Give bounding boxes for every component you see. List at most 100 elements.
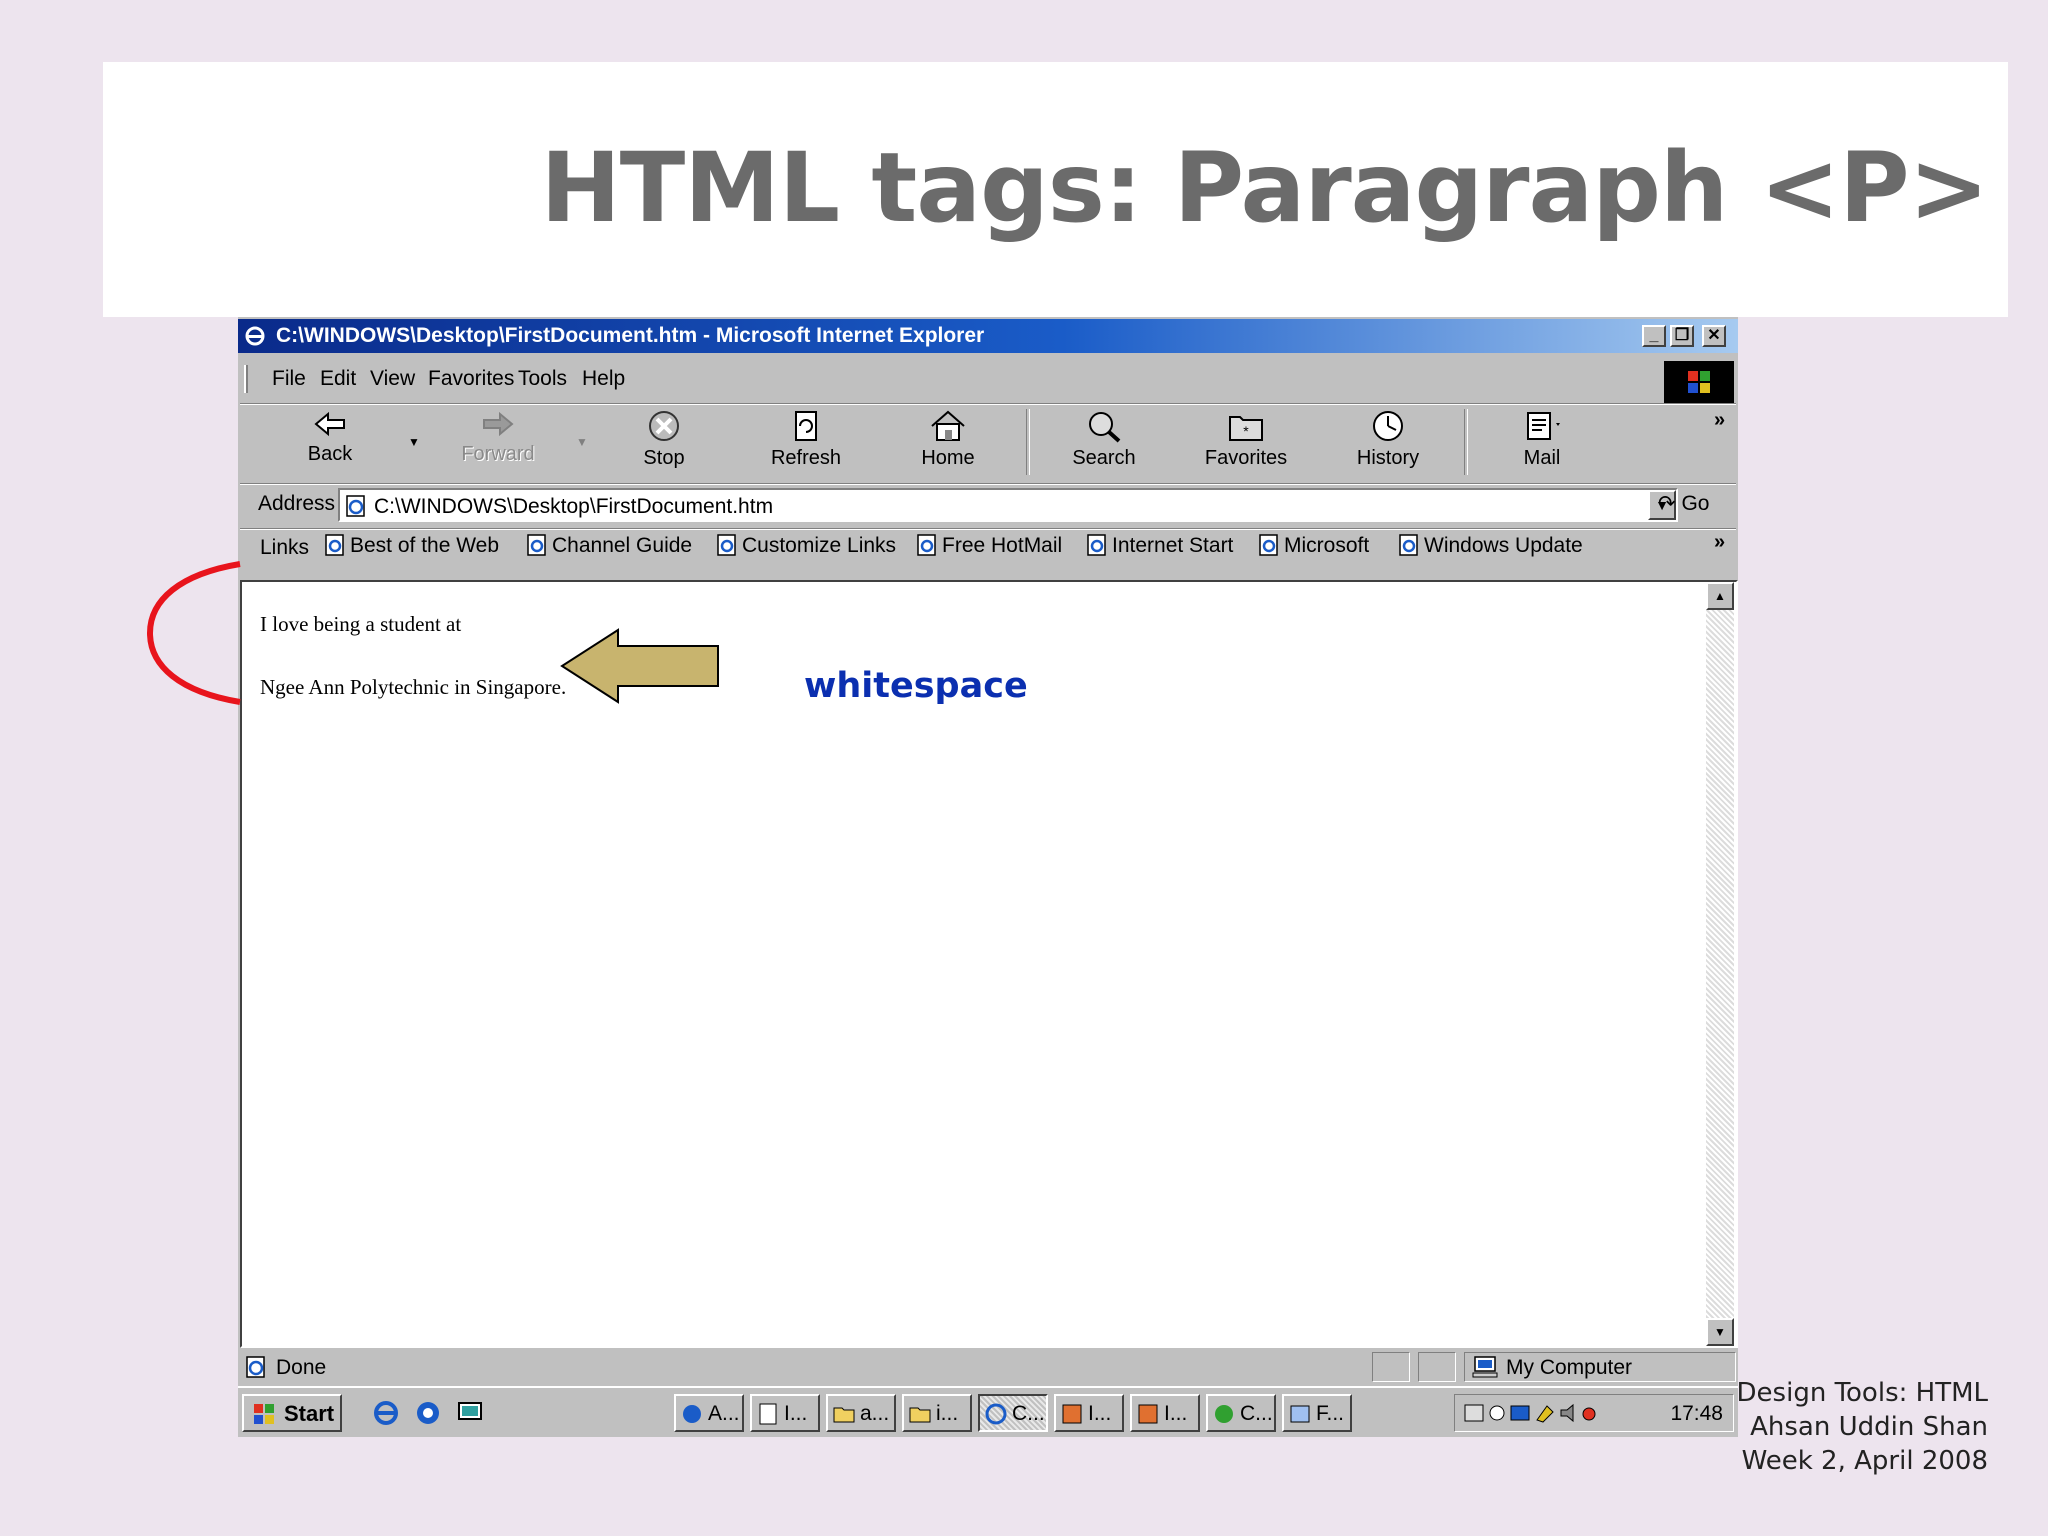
start-button[interactable]: Start [242,1394,342,1432]
link-windows-update[interactable]: Windows Update [1398,534,1583,558]
address-input[interactable]: C:\WINDOWS\Desktop\FirstDocument.htm ▼ [338,488,1678,522]
menu-favorites[interactable]: Favorites [428,367,514,391]
history-icon [1373,411,1403,441]
task-presentation-icon [1138,1404,1158,1424]
my-computer-icon [1472,1356,1498,1378]
ie-window: C:\WINDOWS\Desktop\FirstDocument.htm - M… [238,317,1738,1437]
menubar-grip[interactable] [244,365,248,393]
link-channel-guide[interactable]: Channel Guide [526,534,692,558]
link-page-icon [1259,534,1278,556]
stop-button[interactable]: Stop [604,409,724,479]
mail-icon [1527,412,1560,440]
menu-help[interactable]: Help [582,367,625,391]
red-bracket-annotation [146,561,241,705]
go-button[interactable]: ↷ Go [1658,491,1709,516]
slide-title: HTML tags: Paragraph <P> [540,132,1989,244]
task-button-9[interactable]: F... [1282,1394,1352,1432]
quicklaunch-outlook-icon[interactable] [414,1400,442,1426]
paragraph-2: Ngee Ann Polytechnic in Singapore. [260,675,567,699]
task-document-icon [759,1403,777,1425]
scroll-up-button[interactable]: ▲ [1706,582,1734,610]
window-titlebar[interactable]: C:\WINDOWS\Desktop\FirstDocument.htm - M… [238,319,1738,353]
toolbar-divider [1464,409,1468,475]
task-button-2[interactable]: I... [750,1394,820,1432]
links-label: Links [260,536,310,559]
menu-bar: File Edit View Favorites Tools Help [242,361,1662,395]
status-page-icon [246,1356,265,1378]
link-microsoft[interactable]: Microsoft [1258,534,1369,558]
link-free-hotmail[interactable]: Free HotMail [916,534,1062,558]
favorites-button[interactable]: * Favorites [1186,409,1306,479]
rebar-separator [240,528,1736,530]
home-icon [931,410,965,441]
menu-file[interactable]: File [272,367,306,391]
forward-arrow-icon [483,411,514,437]
stop-icon [649,411,679,441]
links-more-chevron[interactable]: » [1714,531,1725,554]
system-tray: 17:48 [1454,1394,1734,1432]
status-pane [1418,1352,1456,1382]
arrow-annotation-icon [560,628,719,704]
ie-logo-icon [245,326,265,346]
slide-title-band: HTML tags: Paragraph <P> [103,62,2008,317]
quicklaunch-desktop-icon[interactable] [456,1400,484,1426]
back-button[interactable]: Back [270,409,390,479]
toolbar-more-chevron[interactable]: » [1714,409,1725,432]
link-best-of-the-web[interactable]: Best of the Web [324,534,499,558]
task-button-7[interactable]: I... [1130,1394,1200,1432]
task-button-4[interactable]: i... [902,1394,972,1432]
svg-text:*: * [1243,423,1249,439]
task-button-8[interactable]: C... [1206,1394,1276,1432]
windows-start-icon [254,1404,274,1424]
back-arrow-icon [314,411,345,437]
close-button[interactable]: ✕ [1702,325,1726,347]
task-ie-icon [985,1403,1007,1425]
toolbar-divider [1026,409,1030,475]
menu-tools[interactable]: Tools [518,367,567,391]
task-ie-icon [683,1405,701,1423]
search-button[interactable]: Search [1044,409,1164,479]
address-value: C:\WINDOWS\Desktop\FirstDocument.htm [374,495,774,518]
task-button-1[interactable]: A... [674,1394,744,1432]
footer-course: Design Tools: HTML [1736,1378,1988,1408]
scroll-down-button[interactable]: ▼ [1706,1318,1734,1346]
menu-edit[interactable]: Edit [320,367,356,391]
rebar-separator [240,403,1736,405]
task-button-5-active[interactable]: C... [978,1394,1048,1432]
history-button[interactable]: History [1328,409,1448,479]
task-presentation-icon [1062,1404,1082,1424]
link-page-icon [527,534,546,556]
paragraph-1: I love being a student at [260,612,462,636]
clock: 17:48 [1670,1402,1723,1425]
windows-flag-logo [1664,361,1734,403]
rebar-separator [240,483,1736,485]
home-button[interactable]: Home [888,409,1008,479]
back-dropdown[interactable]: ▼ [408,435,420,449]
refresh-button[interactable]: Refresh [746,409,866,479]
quicklaunch-ie-icon[interactable] [372,1400,400,1426]
tray-icons[interactable] [1463,1402,1613,1426]
link-customize-links[interactable]: Customize Links [716,534,896,558]
footer-date: Week 2, April 2008 [1741,1446,1988,1476]
task-button-3[interactable]: a... [826,1394,896,1432]
restore-button[interactable]: ❐ [1670,325,1694,347]
link-page-icon [917,534,936,556]
windows-logo-icon [1688,371,1710,393]
forward-button[interactable]: Forward [438,409,558,479]
task-media-icon [1215,1405,1233,1423]
vertical-scrollbar[interactable]: ▲ ▼ [1706,582,1734,1346]
forward-dropdown[interactable]: ▼ [576,435,588,449]
status-text: Done [276,1356,327,1379]
minimize-button[interactable]: _ [1642,325,1666,347]
address-label: Address [258,492,336,515]
mail-button[interactable]: Mail [1482,409,1602,479]
menu-view[interactable]: View [370,367,415,391]
link-internet-start[interactable]: Internet Start [1086,534,1233,558]
taskbar: Start A... I... a... i... C... I... I...… [238,1386,1738,1436]
link-page-icon [717,534,736,556]
link-page-icon [325,534,344,556]
task-button-6[interactable]: I... [1054,1394,1124,1432]
refresh-icon [795,411,817,441]
link-page-icon [1087,534,1106,556]
status-bar: Done My Computer [238,1350,1738,1384]
